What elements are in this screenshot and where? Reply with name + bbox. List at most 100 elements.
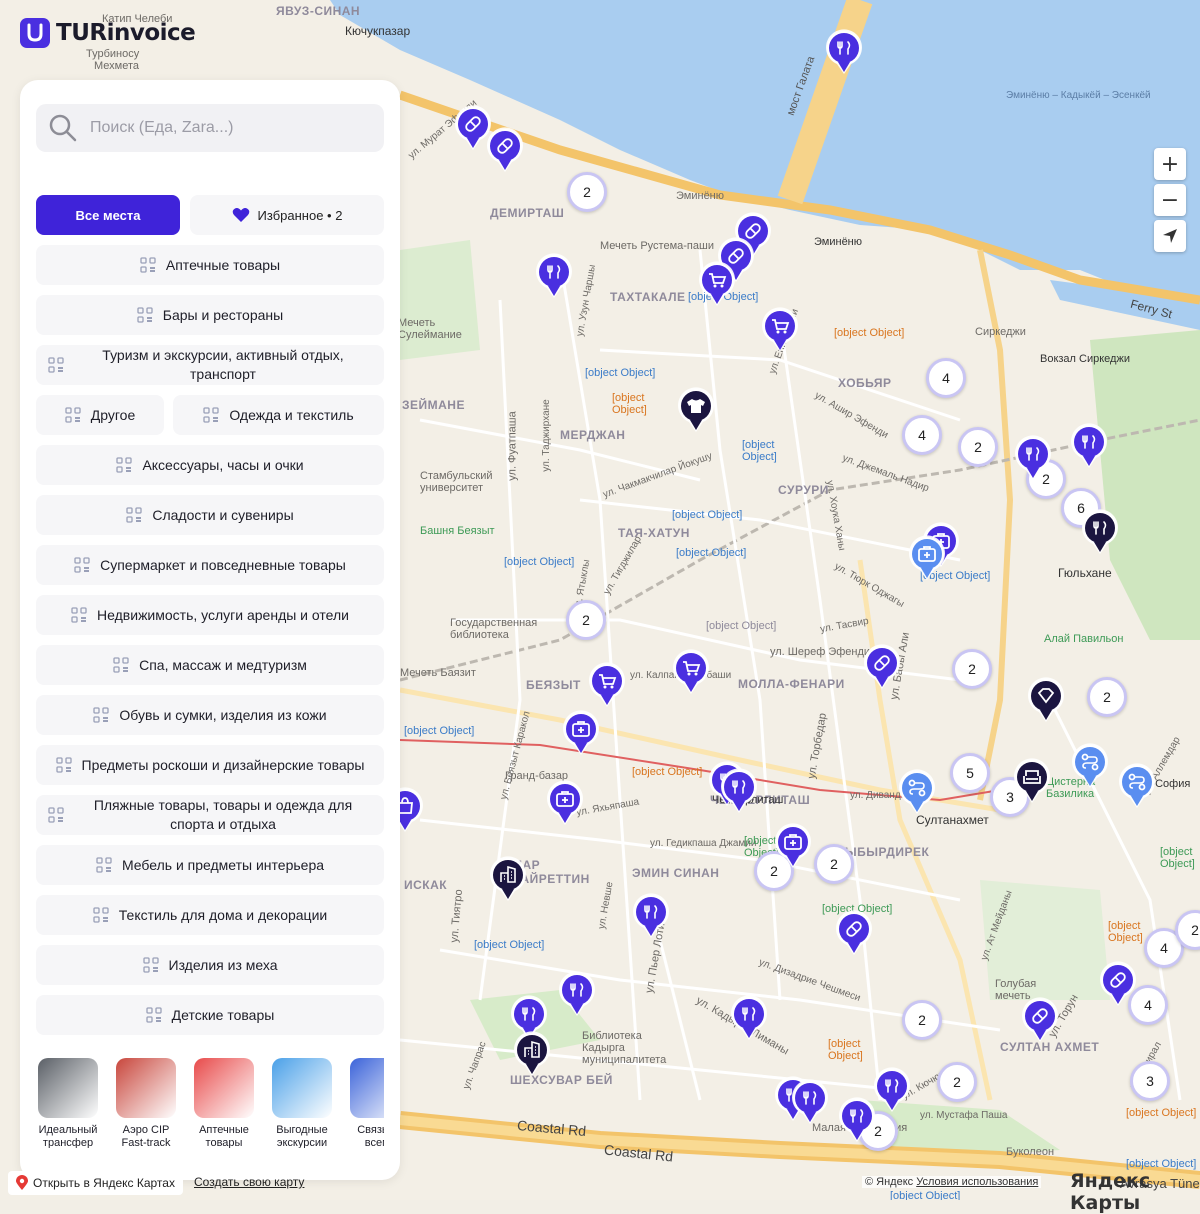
category-button[interactable]: Аптечные товары [36,245,384,285]
pill-pin[interactable] [834,909,874,957]
category-button[interactable]: Текстиль для дома и декорации [36,895,384,935]
medical-pin[interactable] [545,779,585,827]
zoom-out-button[interactable]: − [1154,184,1186,216]
search-bar[interactable] [36,104,384,152]
category-button[interactable]: Мебель и предметы интерьера [36,845,384,885]
category-button[interactable]: Одежда и текстиль [173,395,384,435]
category-button[interactable]: Спа, массаж и медтуризм [36,645,384,685]
pill-pin[interactable] [485,126,525,174]
category-button[interactable]: Туризм и экскурсии, активный отдых, тран… [36,345,384,385]
poi-label[interactable]: [object Object] [632,766,702,778]
pill-icon [487,127,523,172]
category-button[interactable]: Пляжные товары, товары и одежда для спор… [36,795,384,835]
district-label: ТАХТАКАЛЕ [610,290,686,304]
cart-pin[interactable] [587,661,627,709]
shirt-pin[interactable] [676,386,716,434]
restaurant-pin[interactable] [1080,508,1120,556]
geolocation-button[interactable] [1154,220,1186,252]
poi-label[interactable]: [object Object] [828,1038,898,1062]
restaurant-pin[interactable] [1013,434,1053,482]
route-pin[interactable] [897,768,937,816]
cluster-marker[interactable]: 4 [926,358,966,398]
category-button[interactable]: Другое [36,395,164,435]
category-button[interactable]: Изделия из меха [36,945,384,985]
restaurant-pin[interactable] [1069,422,1109,470]
medical-pin[interactable] [773,822,813,870]
pill-pin[interactable] [862,643,902,691]
category-button[interactable]: Предметы роскоши и дизайнерские товары [36,745,384,785]
pill-pin[interactable] [1098,960,1138,1008]
district-label: МЕРДЖАН [560,428,626,442]
map-pin-icon [16,1175,28,1190]
category-button[interactable]: Сладости и сувениры [36,495,384,535]
poi-label[interactable]: [object Object] [676,547,746,559]
restaurant-pin[interactable] [790,1078,830,1126]
create-map-link[interactable]: Создать свою карту [194,1175,304,1189]
brand-logo[interactable]: TURinvoice [20,18,196,48]
promo-tile[interactable]: Выгодные экскурсии [270,1058,334,1148]
terms-link[interactable]: Условия использования [916,1176,1038,1188]
tab-favorites[interactable]: Избранное • 2 [190,195,384,235]
category-button[interactable]: Недвижимость, услуги аренды и отели [36,595,384,635]
category-button[interactable]: Бары и рестораны [36,295,384,335]
tab-all-places[interactable]: Все места [36,195,180,235]
poi-label[interactable]: [object Object] [1126,1107,1196,1119]
poi-label[interactable]: [object Object] [474,939,544,951]
restaurant-pin[interactable] [824,28,864,76]
cluster-marker[interactable]: 2 [566,600,606,640]
sofa-pin[interactable] [1012,757,1052,805]
restaurant-pin[interactable] [557,970,597,1018]
medical-pin[interactable] [907,534,947,582]
poi-label[interactable]: [object Object] [742,439,792,463]
route-pin[interactable] [1070,742,1110,790]
poi-label[interactable]: [object Object] [585,367,655,379]
cluster-marker[interactable]: 2 [567,172,607,212]
cluster-marker[interactable]: 2 [937,1062,977,1102]
search-input[interactable] [88,118,372,138]
cart-pin[interactable] [760,306,800,354]
poi-label[interactable]: [object Object] [1160,846,1200,870]
restaurant-icon [826,29,862,74]
route-pin[interactable] [1117,762,1157,810]
cluster-marker[interactable]: 2 [952,649,992,689]
pill-pin[interactable] [1020,996,1060,1044]
cluster-marker[interactable]: 2 [902,1000,942,1040]
category-button[interactable]: Аксессуары, часы и очки [36,445,384,485]
cart-pin[interactable] [697,260,737,308]
open-in-yandex-link[interactable]: Открыть в Яндекс Картах [8,1171,183,1195]
restaurant-pin[interactable] [631,892,671,940]
category-button[interactable]: Обувь и сумки, изделия из кожи [36,695,384,735]
restaurant-pin[interactable] [534,252,574,300]
cluster-marker[interactable]: 2 [958,427,998,467]
restaurant-pin[interactable] [872,1066,912,1114]
poi-label[interactable]: [object Object] [404,725,474,737]
promo-tile[interactable]: Аэро CIP Fast-track [114,1058,178,1148]
poi-label[interactable]: [object Object] [504,556,574,568]
poi-label[interactable]: [object Object] [834,327,914,339]
yandex-maps-logo[interactable]: Яндекс Карты [1070,1170,1200,1214]
poi-label[interactable]: [object Object] [706,620,776,632]
poi-label[interactable]: [object Object] [672,509,742,521]
cart-pin[interactable] [671,648,711,696]
building-pin[interactable] [512,1030,552,1078]
building-pin[interactable] [488,855,528,903]
cluster-marker[interactable]: 3 [1130,1061,1170,1101]
poi-label[interactable]: [object Object] [612,392,682,416]
copyright: © Яндекс Условия использования [862,1176,1042,1188]
promo-tile[interactable]: Связь по всему [348,1058,384,1148]
restaurant-pin[interactable] [729,994,769,1042]
zoom-in-button[interactable]: + [1154,148,1186,180]
restaurant-pin[interactable] [719,767,759,815]
category-button[interactable]: Супермаркет и повседневные товары [36,545,384,585]
diamond-pin[interactable] [1026,676,1066,724]
cluster-marker[interactable]: 2 [1087,677,1127,717]
cluster-marker[interactable]: 5 [950,753,990,793]
restaurant-pin[interactable] [837,1096,877,1144]
promo-tile[interactable]: Идеальный трансфер [36,1058,100,1148]
district-label: ИСКАК [404,878,448,892]
cluster-marker[interactable]: 4 [902,415,942,455]
medical-pin[interactable] [561,709,601,757]
category-button[interactable]: Детские товары [36,995,384,1035]
promo-tile[interactable]: Аптечные товары [192,1058,256,1148]
cluster-marker[interactable]: 2 [814,844,854,884]
